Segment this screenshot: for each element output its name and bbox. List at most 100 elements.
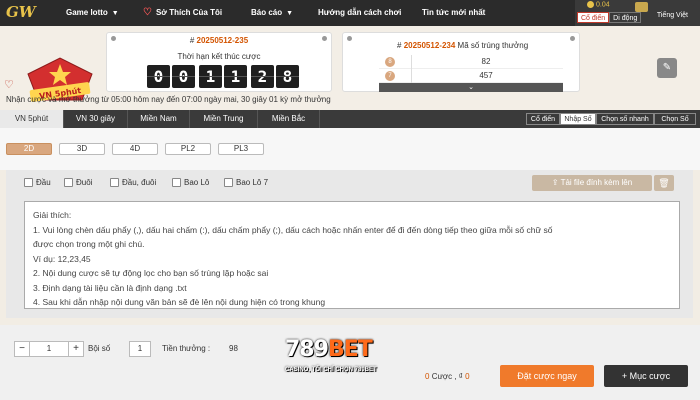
ui-mode-mobile[interactable]: Di động	[609, 12, 642, 23]
tab-mien-bac[interactable]: Miền Bắc	[258, 110, 320, 128]
input-mode-switch: Cổ điển Nhập Số Chọn số nhanh Chọn Số	[526, 113, 696, 125]
multiplier-label: Bội số	[88, 344, 111, 353]
instruction-line: được chọn trong một ghi chú.	[33, 239, 145, 249]
checkbox-label: Đuôi	[76, 178, 93, 187]
checkbox-label: Bao Lô 7	[236, 178, 269, 187]
watermark-main: 789	[285, 337, 329, 362]
checkbox-duoi[interactable]: Đuôi	[64, 178, 93, 188]
result-row: 8 82	[379, 55, 563, 69]
number-entry-panel: Đầu Đuôi Đầu, đuôi Bao Lô Bao Lô 7 ⇪ Tải…	[6, 170, 693, 318]
countdown-label: Thời hạn kết thúc cược	[177, 52, 261, 61]
checkbox-bao-lo[interactable]: Bao Lô	[172, 178, 210, 188]
multiplier-input[interactable]: 1	[129, 341, 151, 357]
result-panel: # 20250512-234 Mã số trúng thưởng 8 82 7…	[342, 32, 580, 92]
nav-game-lotto[interactable]: Game lotto ▼	[66, 0, 119, 26]
prize-label: Tiền thưởng :	[162, 344, 211, 353]
currency-symbol: ₫	[458, 372, 463, 381]
checkbox-bao-lo-7[interactable]: Bao Lô 7	[224, 178, 269, 188]
site-logo[interactable]: GW	[6, 3, 48, 23]
current-draw: # 20250512-235	[107, 36, 331, 45]
pin-icon	[347, 36, 352, 41]
subtab-3d[interactable]: 3D	[59, 143, 105, 155]
countdown-digit: 0	[172, 65, 195, 88]
tab-mien-nam[interactable]: Miền Nam	[128, 110, 190, 128]
draw-prefix: #	[397, 41, 402, 50]
favorite-heart-icon[interactable]: ♡	[4, 78, 14, 91]
expand-results-chevron-icon[interactable]: ⌄	[379, 83, 563, 92]
bet-summary: 0 Cược , ₫ 0	[425, 372, 470, 381]
tab-vn-5phut[interactable]: VN 5phút	[0, 110, 64, 128]
add-bet-list-button[interactable]: + Mục cược	[604, 365, 688, 387]
pin-icon	[570, 36, 575, 41]
nav-news[interactable]: Tin tức mới nhất	[422, 0, 485, 26]
checkbox-dau-duoi[interactable]: Đầu, đuôi	[110, 178, 157, 188]
minus-icon[interactable]: −	[15, 342, 29, 356]
bet-amount: 0	[465, 372, 470, 381]
bet-count: 0	[425, 372, 430, 381]
checkbox-label: Bao Lô	[184, 178, 210, 187]
tab-mien-trung[interactable]: Miền Trung	[190, 110, 258, 128]
watermark: 789BET CASINO, TÔI CHỈ CHỌN 789BET	[285, 337, 395, 381]
edit-note-icon[interactable]: ✎	[657, 58, 677, 78]
upload-file-button[interactable]: ⇪ Tải file đính kèm lên	[532, 175, 652, 191]
prize-badge: 7	[385, 71, 395, 81]
upload-icon: ⇪	[551, 178, 559, 187]
instruction-line: Giải thích:	[33, 210, 72, 220]
nav-label: Tin tức mới nhất	[422, 8, 486, 17]
nav-label: Sở Thích Của Tôi	[155, 8, 223, 17]
result-value: 457	[479, 71, 493, 80]
stepper-value[interactable]: 1	[29, 342, 69, 356]
instruction-line: 3. Định dạng tài liệu cần là định dạng .…	[33, 282, 187, 293]
previous-draw-number: 20250512-234	[403, 41, 456, 50]
place-bet-button[interactable]: Đặt cược ngay	[500, 365, 594, 387]
upload-label: Tải file đính kèm lên	[560, 178, 633, 187]
ui-mode-switch: Cổ điển Di động	[577, 12, 642, 23]
result-row: 7 457	[379, 69, 563, 83]
countdown-digit: 1	[224, 65, 247, 88]
checkbox-box[interactable]	[64, 178, 73, 188]
chevron-down-icon: ▼	[111, 10, 119, 17]
user-box: 0.04 Cổ điển Di động Tiếng Việt	[575, 0, 700, 26]
number-input-area[interactable]: Giải thích: 1. Vui lòng chèn dấu phẩy (,…	[24, 201, 680, 309]
trash-icon[interactable]: 🗑	[654, 175, 674, 191]
watermark-logo: 789BET	[285, 337, 373, 362]
countdown-digit: 2	[251, 65, 274, 88]
mode-pick-number[interactable]: Chọn Số	[654, 113, 696, 125]
nav-how-to-play[interactable]: Hướng dẫn cách chơi	[318, 0, 401, 26]
nav-reports[interactable]: Báo cáo ▼	[251, 0, 293, 26]
tab-vn-30-giay[interactable]: VN 30 giây	[64, 110, 128, 128]
mode-classic[interactable]: Cổ điển	[526, 113, 560, 125]
ui-mode-classic[interactable]: Cổ điển	[577, 12, 610, 23]
countdown-panel: # 20250512-235 Thời hạn kết thúc cược 0 …	[106, 32, 332, 92]
result-label: Mã số trúng thưởng	[457, 41, 529, 50]
checkbox-label: Đầu, đuôi	[122, 178, 157, 187]
subtab-2d[interactable]: 2D	[6, 143, 52, 155]
checkbox-box[interactable]	[172, 178, 181, 188]
instruction-line: 4. Sau khi dẫn nhập nội dung văn bản sẽ …	[33, 297, 326, 307]
balance: 0.04	[587, 1, 610, 8]
plus-icon[interactable]: +	[69, 342, 83, 356]
checkbox-dau[interactable]: Đầu	[24, 178, 51, 188]
balance-value: 0.04	[596, 1, 610, 9]
watermark-slogan: CASINO, TÔI CHỈ CHỌN 789BET	[285, 367, 377, 373]
subtab-pl3[interactable]: PL3	[218, 143, 264, 155]
current-draw-number: 20250512-235	[196, 36, 249, 45]
language-select[interactable]: Tiếng Việt	[657, 12, 688, 19]
digit-type-tabs: 2D 3D 4D PL2 PL3	[0, 128, 700, 170]
checkbox-box[interactable]	[110, 178, 119, 188]
subtab-pl2[interactable]: PL2	[165, 143, 211, 155]
avatar[interactable]	[635, 2, 648, 12]
user-icon	[587, 1, 594, 8]
countdown-digit: 8	[276, 65, 299, 88]
mode-quick-pick[interactable]: Chọn số nhanh	[596, 113, 654, 125]
result-value: 82	[481, 57, 491, 66]
region-tabs: VN 5phút VN 30 giây Miền Nam Miền Trung …	[0, 110, 700, 128]
checkbox-label: Đầu	[36, 178, 51, 187]
subtab-4d[interactable]: 4D	[112, 143, 158, 155]
countdown-digit: 1	[199, 65, 222, 88]
mode-enter-number[interactable]: Nhập Số	[560, 113, 596, 125]
result-title: # 20250512-234 Mã số trúng thưởng	[397, 41, 528, 50]
checkbox-box[interactable]	[24, 178, 33, 188]
nav-favorites[interactable]: ♡ Sở Thích Của Tôi	[143, 0, 222, 26]
checkbox-box[interactable]	[224, 178, 233, 188]
